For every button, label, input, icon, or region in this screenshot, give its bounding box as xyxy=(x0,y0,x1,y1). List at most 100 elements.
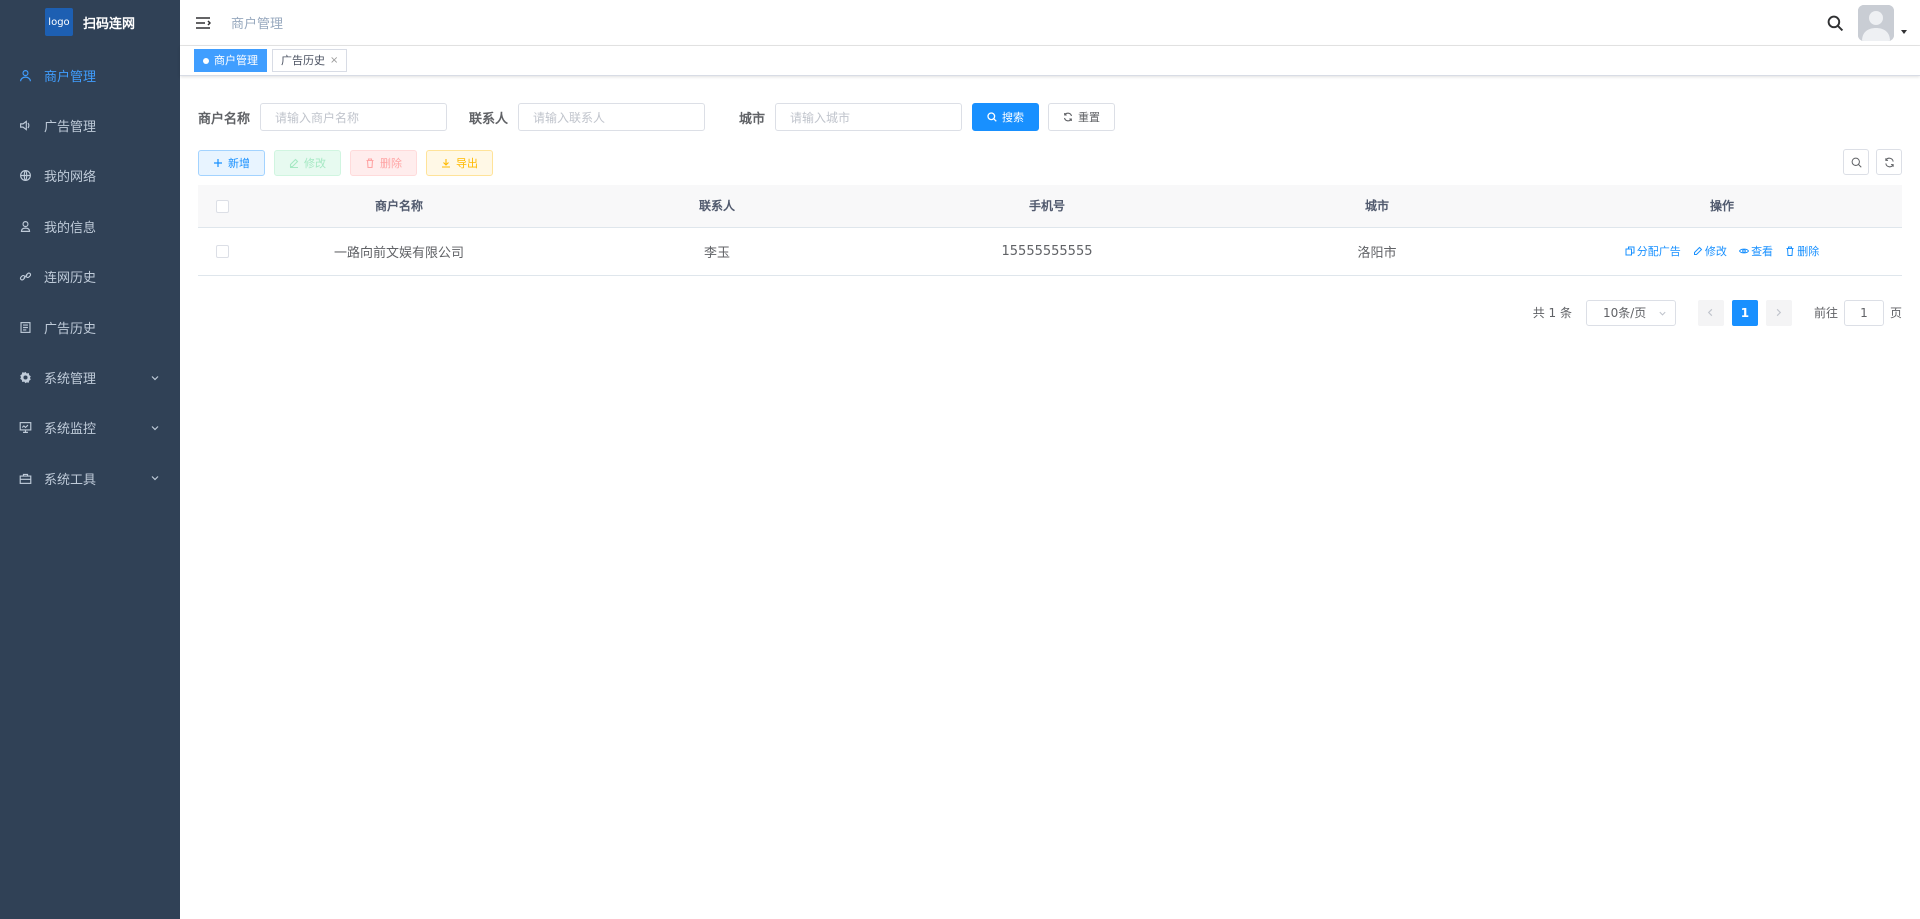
sidebar-item-ads[interactable]: 广告管理 xyxy=(0,100,180,150)
city-input[interactable]: 请输入城市 xyxy=(775,103,963,131)
contact-label: 联系人 xyxy=(469,111,509,127)
tag-merchant[interactable]: 商户管理 xyxy=(194,49,267,72)
sidebar-item-label: 系统监控 xyxy=(44,422,97,438)
edit-button[interactable]: 修改 xyxy=(274,150,341,176)
search-icon xyxy=(987,112,997,122)
delete-button[interactable]: 删除 xyxy=(350,150,417,176)
toolbox-icon xyxy=(18,471,32,485)
sidebar-item-network[interactable]: 我的网络 xyxy=(0,151,180,201)
sidebar: logo 扫码连网 商户管理 广告管理 我的网络 我的信息 连网历史 广告历史 … xyxy=(0,0,180,919)
edit-link[interactable]: 修改 xyxy=(1693,243,1727,259)
trash-icon xyxy=(366,158,374,168)
pagination-total: 共 1 条 xyxy=(1532,306,1572,320)
export-button[interactable]: 导出 xyxy=(426,150,493,176)
edit-link-label: 修改 xyxy=(1704,244,1727,258)
sidebar-item-label: 商户管理 xyxy=(44,69,97,85)
view-link[interactable]: 查看 xyxy=(1739,243,1773,259)
add-button-label: 新增 xyxy=(228,157,250,170)
chevron-down-icon xyxy=(1659,311,1666,316)
cell-merchant-name: 一路向前文娱有限公司 xyxy=(246,227,552,276)
sidebar-item-system-tools[interactable]: 系统工具 xyxy=(0,453,180,503)
search-button[interactable]: 搜索 xyxy=(972,103,1040,131)
refresh-icon xyxy=(1064,112,1073,122)
reset-button-label: 重置 xyxy=(1078,111,1101,124)
cell-city: 洛阳市 xyxy=(1212,227,1542,276)
chevron-right-icon xyxy=(1777,308,1782,317)
add-button[interactable]: 新增 xyxy=(198,150,265,176)
view-link-label: 查看 xyxy=(1751,244,1774,258)
sidebar-item-label: 系统工具 xyxy=(44,472,97,488)
reset-button[interactable]: 重置 xyxy=(1048,103,1116,131)
hamburger-icon[interactable] xyxy=(195,15,211,31)
caret-down-icon[interactable] xyxy=(1900,28,1908,36)
close-icon[interactable]: × xyxy=(330,50,338,71)
prev-page-button[interactable] xyxy=(1697,299,1724,326)
col-phone[interactable]: 手机号 xyxy=(882,185,1212,228)
toggle-search-button[interactable] xyxy=(1843,149,1869,175)
goto-label: 前往 xyxy=(1813,306,1838,320)
breadcrumb: 商户管理 xyxy=(231,17,284,32)
refresh-button[interactable] xyxy=(1876,149,1902,175)
select-all-checkbox[interactable] xyxy=(215,199,229,213)
row-checkbox[interactable] xyxy=(215,244,229,258)
delete-link[interactable]: 删除 xyxy=(1785,243,1819,259)
goto-page-input[interactable]: 1 xyxy=(1843,299,1884,326)
table-row: 一路向前文娱有限公司 李玉 15555555555 洛阳市 分配广告 修改 查看… xyxy=(198,227,1902,276)
app-title: 扫码连网 xyxy=(82,16,135,32)
chevron-down-icon xyxy=(151,375,159,380)
col-actions: 操作 xyxy=(1542,185,1902,228)
search-icon[interactable] xyxy=(1827,15,1844,32)
sidebar-item-ad-history[interactable]: 广告历史 xyxy=(0,302,180,352)
next-page-button[interactable] xyxy=(1765,299,1792,326)
search-form: 商户名称 请输入商户名称 联系人 请输入联系人 城市 请输入城市 搜索 重置 xyxy=(198,76,1902,140)
chevron-down-icon xyxy=(151,425,159,431)
tag-ad-history[interactable]: 广告历史 × xyxy=(272,49,348,72)
contact-input[interactable]: 请输入联系人 xyxy=(518,103,706,131)
sidebar-item-label: 系统管理 xyxy=(44,372,97,388)
plus-icon xyxy=(214,159,222,167)
download-icon xyxy=(442,159,450,168)
col-contact[interactable]: 联系人 xyxy=(552,185,882,228)
navbar: 商户管理 xyxy=(180,0,1920,46)
eye-icon xyxy=(1739,248,1750,253)
sidebar-item-system-management[interactable]: 系统管理 xyxy=(0,352,180,402)
search-button-label: 搜索 xyxy=(1002,111,1025,124)
chevron-left-icon xyxy=(1708,308,1713,317)
sidebar-item-connection-history[interactable]: 连网历史 xyxy=(0,252,180,302)
document-icon xyxy=(18,320,32,334)
sidebar-item-system-monitor[interactable]: 系统监控 xyxy=(0,403,180,453)
sidebar-item-label: 我的网络 xyxy=(44,170,97,186)
speaker-icon xyxy=(18,119,32,133)
refresh-icon xyxy=(1884,157,1894,167)
assign-ad-label: 分配广告 xyxy=(1636,244,1681,258)
sidebar-menu: 商户管理 广告管理 我的网络 我的信息 连网历史 广告历史 系统管理 系统监控 … xyxy=(0,50,180,504)
sidebar-item-profile[interactable]: 我的信息 xyxy=(0,201,180,251)
tag-label: 商户管理 xyxy=(214,54,258,67)
col-merchant-name[interactable]: 商户名称 xyxy=(246,185,552,228)
table-toolbar: 新增 修改 删除 导出 xyxy=(198,141,1902,185)
logo-area[interactable]: logo 扫码连网 xyxy=(0,0,180,44)
assign-ad-link[interactable]: 分配广告 xyxy=(1625,243,1681,259)
link-icon xyxy=(18,270,32,284)
active-dot-icon xyxy=(203,57,209,64)
avatar[interactable] xyxy=(1858,5,1894,41)
col-city[interactable]: 城市 xyxy=(1212,185,1542,228)
edit-icon xyxy=(1693,246,1703,255)
merchant-name-input[interactable]: 请输入商户名称 xyxy=(260,103,448,131)
trash-icon xyxy=(1786,246,1794,256)
row-select-cell xyxy=(198,227,246,276)
sidebar-item-merchant[interactable]: 商户管理 xyxy=(0,50,180,100)
city-label: 城市 xyxy=(739,111,766,127)
person-icon xyxy=(18,219,32,233)
edit-icon xyxy=(289,158,299,168)
tags-view: 商户管理 广告历史 × xyxy=(180,46,1920,76)
page-size-select[interactable]: 10条/页 xyxy=(1585,299,1676,326)
user-icon xyxy=(18,68,32,82)
sidebar-item-label: 广告历史 xyxy=(44,321,97,337)
table-tools xyxy=(1843,149,1902,175)
merchant-table: 商户名称 联系人 手机号 城市 操作 一路向前文娱有限公司 李玉 1555555… xyxy=(198,185,1902,276)
navbar-right xyxy=(1827,0,1908,46)
logo: logo xyxy=(44,8,73,36)
tag-label: 广告历史 xyxy=(281,54,325,67)
page-number-button[interactable]: 1 xyxy=(1731,299,1758,326)
